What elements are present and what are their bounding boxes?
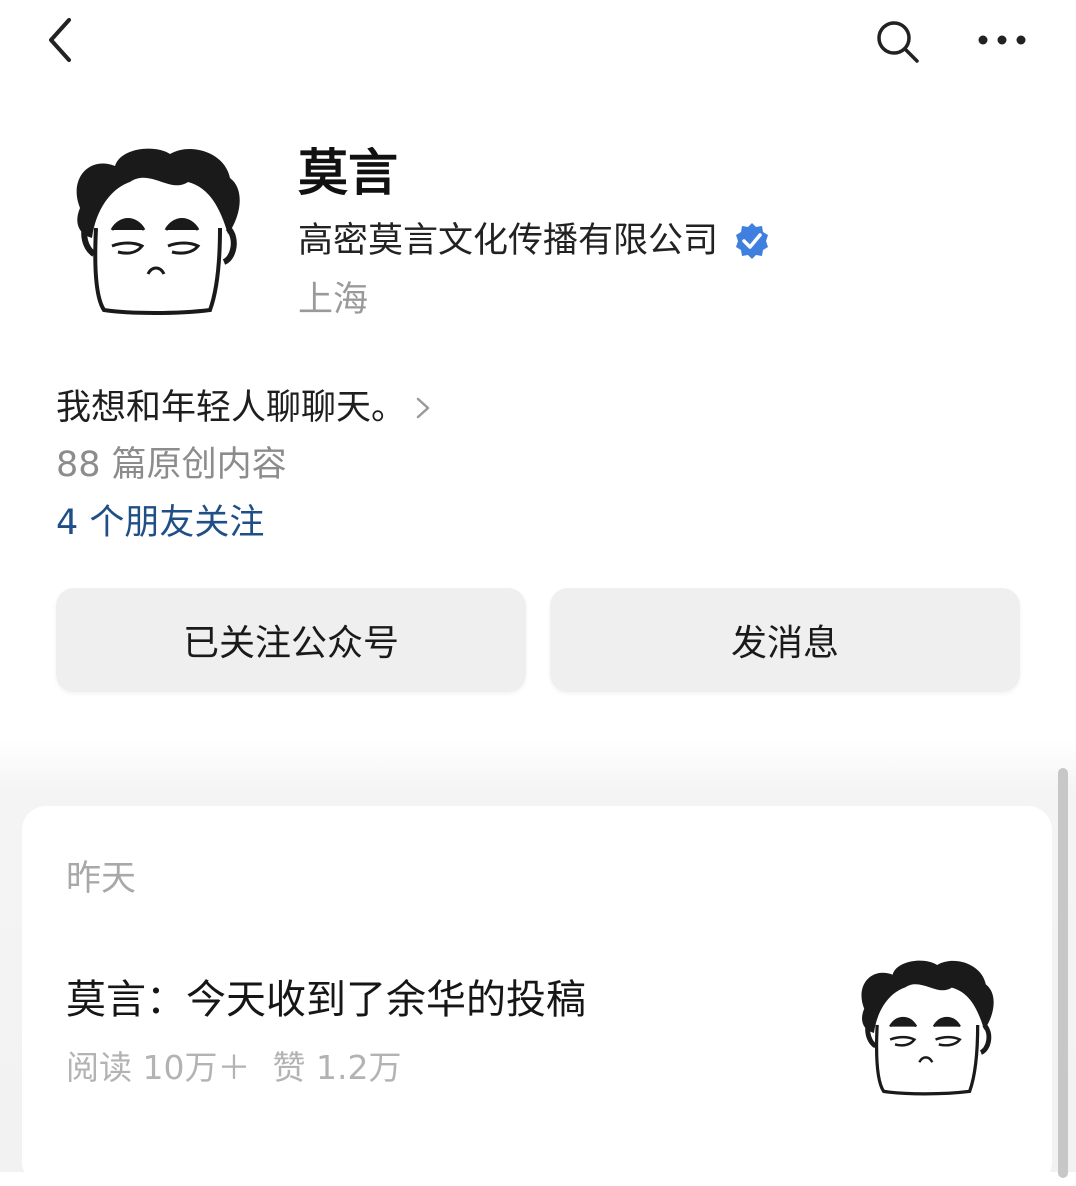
verified-badge-icon <box>736 223 769 259</box>
more-dots-icon <box>978 35 1026 45</box>
top-bar <box>0 0 1076 90</box>
read-count: 阅读 10万＋ <box>66 1048 251 1087</box>
date-label: 昨天 <box>66 859 137 899</box>
chevron-right-icon <box>416 397 430 419</box>
original-articles-count: 88 篇原创内容 <box>56 445 287 485</box>
send-message-button[interactable]: 发消息 <box>550 588 1020 692</box>
bio-row[interactable]: 我想和年轻人聊聊天。 <box>56 380 434 436</box>
article-stats: 阅读 10万＋ 赞 1.2万 <box>66 1042 401 1094</box>
followed-account-button[interactable]: 已关注公众号 <box>56 588 526 692</box>
like-count: 赞 1.2万 <box>272 1048 402 1087</box>
article-title[interactable]: 莫言：今天收到了余华的投稿 <box>66 970 586 1030</box>
article-thumbnail[interactable] <box>848 952 1002 1106</box>
org-row: 高密莫言文化传播有限公司 <box>298 214 772 268</box>
more-button[interactable] <box>970 12 1034 68</box>
back-button[interactable] <box>36 12 84 68</box>
location: 上海 <box>298 280 369 320</box>
search-button[interactable] <box>868 12 928 72</box>
search-icon <box>877 21 919 63</box>
avatar <box>76 148 240 315</box>
organization-name: 高密莫言文化传播有限公司 <box>298 221 719 261</box>
chevron-left-icon <box>49 18 71 62</box>
account-name: 莫言 <box>298 144 398 202</box>
bio-text: 我想和年轻人聊聊天。 <box>56 388 407 428</box>
scrollbar[interactable] <box>1058 768 1068 1178</box>
friends-following-link[interactable]: 4 个朋友关注 <box>56 496 264 550</box>
